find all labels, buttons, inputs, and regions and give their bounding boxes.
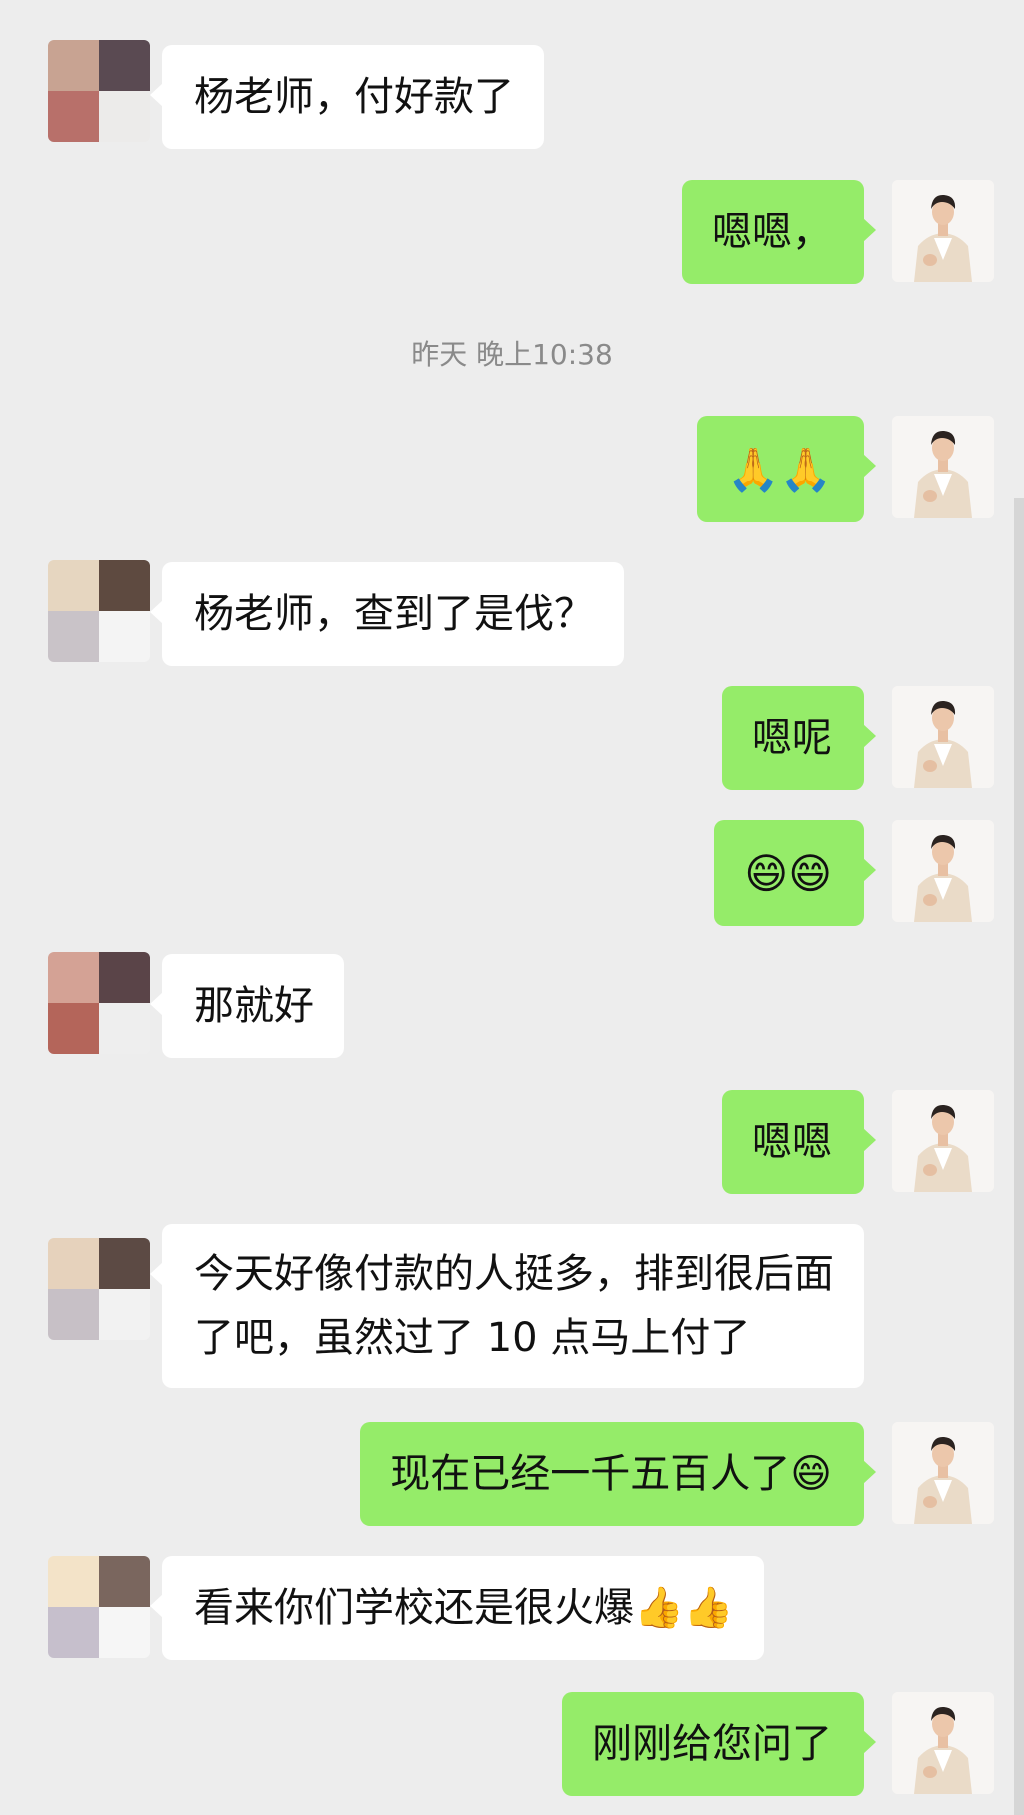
message-text: 现在已经一千五百人了😄 <box>390 1451 832 1497</box>
folded-hands-emoji-icon: 🙏🙏 <box>727 445 832 494</box>
message-text: 那就好 <box>194 983 314 1029</box>
contact-avatar[interactable] <box>48 40 150 142</box>
message-bubble-sent[interactable]: 嗯呢 <box>722 686 876 790</box>
message-row-sent: 现在已经一千五百人了😄 <box>0 1422 1024 1526</box>
message-text: 嗯呢 <box>752 715 832 761</box>
message-text: 杨老师，付好款了 <box>194 74 514 120</box>
message-row-sent: 😄😄 <box>0 820 1024 926</box>
message-text: 嗯嗯 <box>752 1119 832 1165</box>
message-row-received: 今天好像付款的人挺多，排到很后面了吧，虽然过了 10 点马上付了 <box>0 1224 1024 1394</box>
blurred-avatar-icon <box>48 1238 150 1340</box>
message-timestamp: 昨天 晚上10:38 <box>411 338 613 371</box>
blurred-avatar-icon <box>48 1556 150 1658</box>
teacher-avatar[interactable] <box>892 1692 994 1794</box>
message-bubble-sent[interactable]: 🙏🙏 <box>697 416 876 522</box>
message-row-sent: 刚刚给您问了 <box>0 1692 1024 1796</box>
chat-window: 杨老师，付好款了 嗯嗯， 昨天 晚上10:38 🙏🙏 杨老师，查到了是伐？ 嗯呢… <box>0 0 1024 1815</box>
message-bubble-sent[interactable]: 😄😄 <box>714 820 876 926</box>
message-bubble-sent[interactable]: 嗯嗯， <box>682 180 876 284</box>
person-photo-icon <box>892 1422 994 1524</box>
teacher-avatar[interactable] <box>892 820 994 922</box>
message-bubble-received[interactable]: 看来你们学校还是很火爆👍👍 <box>150 1556 764 1660</box>
scrollbar[interactable] <box>1014 498 1024 1815</box>
teacher-avatar[interactable] <box>892 686 994 788</box>
person-photo-icon <box>892 416 994 518</box>
person-photo-icon <box>892 1692 994 1794</box>
message-bubble-sent[interactable]: 刚刚给您问了 <box>562 1692 876 1796</box>
person-photo-icon <box>892 180 994 282</box>
message-row-sent: 嗯嗯， <box>0 180 1024 284</box>
message-row-received: 那就好 <box>0 952 1024 1062</box>
contact-avatar[interactable] <box>48 1238 150 1340</box>
contact-avatar[interactable] <box>48 560 150 662</box>
blurred-avatar-icon <box>48 952 150 1054</box>
teacher-avatar[interactable] <box>892 416 994 518</box>
teacher-avatar[interactable] <box>892 1422 994 1524</box>
message-row-sent: 🙏🙏 <box>0 416 1024 522</box>
message-row-sent: 嗯呢 <box>0 686 1024 790</box>
message-text: 杨老师，查到了是伐？ <box>194 591 594 637</box>
message-row-received: 杨老师，查到了是伐？ <box>0 560 1024 670</box>
person-photo-icon <box>892 686 994 788</box>
message-row-received: 看来你们学校还是很火爆👍👍 <box>0 1556 1024 1666</box>
blurred-avatar-icon <box>48 560 150 662</box>
message-row-received: 杨老师，付好款了 <box>0 40 1024 150</box>
contact-avatar[interactable] <box>48 1556 150 1658</box>
message-text: 看来你们学校还是很火爆👍👍 <box>194 1585 734 1631</box>
message-text: 今天好像付款的人挺多，排到很后面了吧，虽然过了 10 点马上付了 <box>194 1251 834 1361</box>
contact-avatar[interactable] <box>48 952 150 1054</box>
person-photo-icon <box>892 820 994 922</box>
message-bubble-received[interactable]: 那就好 <box>150 954 344 1058</box>
teacher-avatar[interactable] <box>892 1090 994 1192</box>
message-bubble-sent[interactable]: 现在已经一千五百人了😄 <box>360 1422 876 1526</box>
message-row-sent: 嗯嗯 <box>0 1090 1024 1194</box>
message-bubble-received[interactable]: 今天好像付款的人挺多，排到很后面了吧，虽然过了 10 点马上付了 <box>150 1224 864 1388</box>
teacher-avatar[interactable] <box>892 180 994 282</box>
message-bubble-received[interactable]: 杨老师，付好款了 <box>150 45 544 149</box>
message-text: 嗯嗯， <box>712 209 832 255</box>
message-bubble-sent[interactable]: 嗯嗯 <box>722 1090 876 1194</box>
person-photo-icon <box>892 1090 994 1192</box>
blurred-avatar-icon <box>48 40 150 142</box>
message-bubble-received[interactable]: 杨老师，查到了是伐？ <box>150 562 624 666</box>
grinning-face-emoji-icon: 😄😄 <box>744 849 832 898</box>
message-text: 刚刚给您问了 <box>592 1721 832 1767</box>
